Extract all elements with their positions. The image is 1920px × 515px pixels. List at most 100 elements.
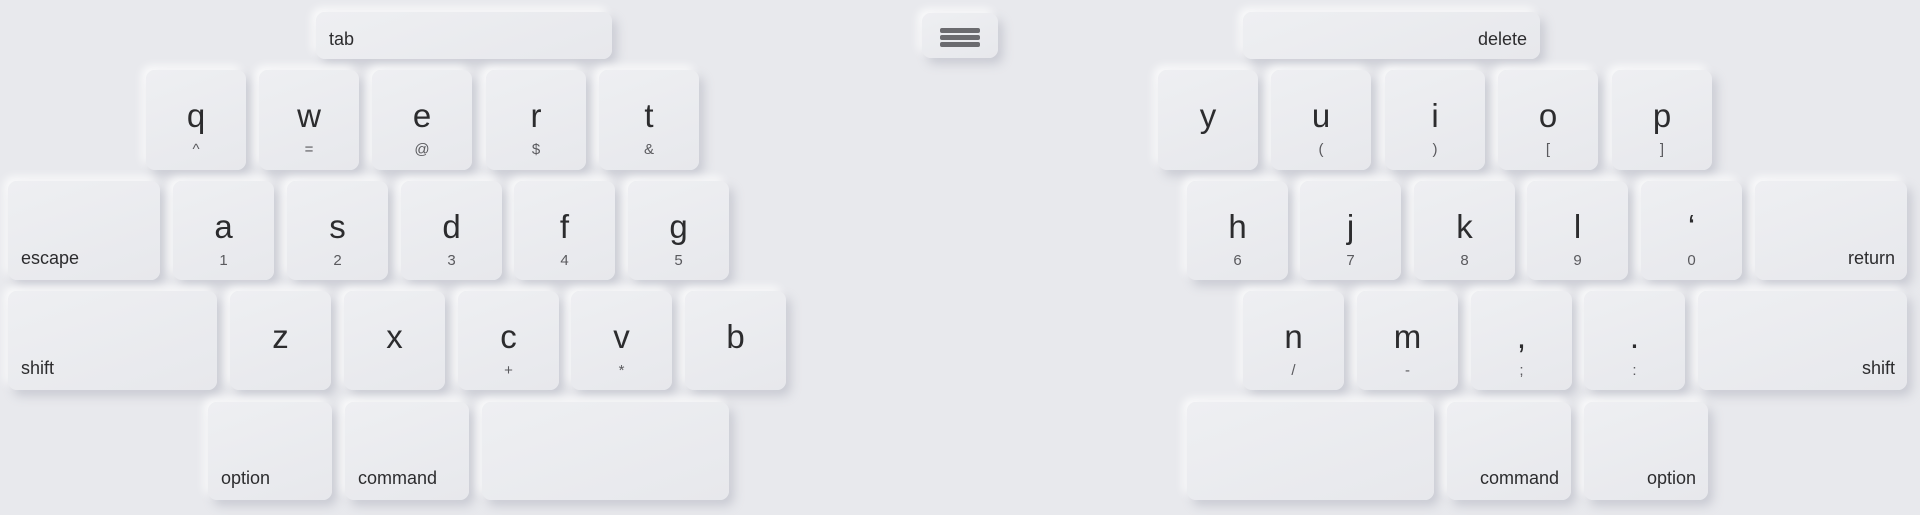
key-a-alt: 1 <box>219 252 228 269</box>
key-g-alt: 5 <box>674 252 683 269</box>
key-t[interactable]: t & <box>599 70 699 170</box>
key-f-alt: 4 <box>560 252 569 269</box>
key-v-alt: * <box>618 362 625 379</box>
key-quote[interactable]: ‘ 0 <box>1641 181 1742 280</box>
key-y-char: y <box>1199 97 1217 134</box>
key-x-char: x <box>386 318 403 355</box>
key-k[interactable]: k 8 <box>1414 181 1515 280</box>
key-t-alt: & <box>643 141 654 158</box>
right-option-key[interactable]: option <box>1584 402 1708 500</box>
key-d-alt: 3 <box>447 252 456 269</box>
key-k-alt: 8 <box>1460 252 1469 269</box>
left-shift-key[interactable]: shift <box>8 291 217 390</box>
key-s-alt: 2 <box>333 252 342 269</box>
key-y[interactable]: y <box>1158 70 1258 170</box>
key-v[interactable]: v * <box>571 291 672 390</box>
key-e-alt: @ <box>414 141 430 158</box>
key-quote-char: ‘ <box>1687 208 1696 245</box>
key-h-alt: 6 <box>1233 252 1242 269</box>
key-i[interactable]: i ) <box>1385 70 1485 170</box>
key-quote-alt: 0 <box>1687 252 1696 269</box>
key-o-alt: [ <box>1545 141 1551 158</box>
key-n-alt: / <box>1291 362 1296 379</box>
key-d-char: d <box>442 208 461 245</box>
key-g[interactable]: g 5 <box>628 181 729 280</box>
left-option-key[interactable]: option <box>208 402 332 500</box>
key-l-alt: 9 <box>1573 252 1582 269</box>
left-option-key-label: option <box>221 468 271 488</box>
key-b[interactable]: b <box>685 291 786 390</box>
menu-button[interactable] <box>922 13 998 58</box>
tab-key-label: tab <box>329 29 355 49</box>
key-k-char: k <box>1456 208 1473 245</box>
key-c-char: c <box>500 318 517 355</box>
key-e-char: e <box>412 97 432 134</box>
key-j[interactable]: j 7 <box>1300 181 1401 280</box>
key-n[interactable]: n / <box>1243 291 1344 390</box>
key-z[interactable]: z <box>230 291 331 390</box>
key-comma[interactable]: , ; <box>1471 291 1572 390</box>
key-f[interactable]: f 4 <box>514 181 615 280</box>
key-m-char: m <box>1393 318 1422 355</box>
key-n-char: n <box>1284 318 1303 355</box>
hamburger-menu-icon <box>940 28 980 48</box>
key-r[interactable]: r $ <box>486 70 586 170</box>
key-p[interactable]: p ] <box>1612 70 1712 170</box>
key-period-alt: : <box>1632 362 1637 379</box>
key-w[interactable]: w = <box>259 70 359 170</box>
key-r-char: r <box>530 97 542 134</box>
right-shift-key-label: shift <box>1861 358 1895 378</box>
key-o[interactable]: o [ <box>1498 70 1598 170</box>
return-key[interactable]: return <box>1755 181 1907 280</box>
key-i-alt: ) <box>1432 141 1438 158</box>
key-t-char: t <box>644 97 654 134</box>
key-x[interactable]: x <box>344 291 445 390</box>
key-a-char: a <box>214 208 233 245</box>
key-e[interactable]: e @ <box>372 70 472 170</box>
key-u-char: u <box>1311 97 1331 134</box>
key-o-char: o <box>1538 97 1558 134</box>
key-w-alt: = <box>304 141 314 158</box>
tab-key[interactable]: tab <box>316 12 612 59</box>
key-u-alt: ( <box>1318 141 1324 158</box>
return-key-label: return <box>1847 248 1895 268</box>
left-command-key-label: command <box>358 468 438 488</box>
key-m[interactable]: m - <box>1357 291 1458 390</box>
key-l[interactable]: l 9 <box>1527 181 1628 280</box>
delete-key-label: delete <box>1477 29 1527 49</box>
right-shift-key[interactable]: shift <box>1698 291 1907 390</box>
key-period[interactable]: . : <box>1584 291 1685 390</box>
right-command-key-label: command <box>1479 468 1559 488</box>
right-command-key[interactable]: command <box>1447 402 1571 500</box>
key-f-char: f <box>559 208 570 245</box>
right-option-key-label: option <box>1646 468 1696 488</box>
right-space-key[interactable] <box>1187 402 1434 500</box>
key-p-char: p <box>1652 97 1672 134</box>
key-q-alt: ^ <box>192 141 200 158</box>
key-l-char: l <box>1573 208 1582 245</box>
key-r-alt: $ <box>531 141 541 158</box>
key-comma-alt: ; <box>1519 362 1524 379</box>
delete-key[interactable]: delete <box>1243 12 1540 59</box>
key-b-char: b <box>726 318 745 355</box>
key-q[interactable]: q ^ <box>146 70 246 170</box>
left-command-key[interactable]: command <box>345 402 469 500</box>
key-h-char: h <box>1228 208 1247 245</box>
key-c-alt: + <box>504 362 513 379</box>
key-j-char: j <box>1346 208 1355 245</box>
key-d[interactable]: d 3 <box>401 181 502 280</box>
escape-key[interactable]: escape <box>8 181 160 280</box>
key-h[interactable]: h 6 <box>1187 181 1288 280</box>
left-shift-key-label: shift <box>21 358 55 378</box>
key-w-char: w <box>297 97 321 134</box>
key-c[interactable]: c + <box>458 291 559 390</box>
key-s[interactable]: s 2 <box>287 181 388 280</box>
key-i-char: i <box>1431 97 1439 134</box>
key-z-char: z <box>272 318 289 355</box>
key-a[interactable]: a 1 <box>173 181 274 280</box>
left-space-key[interactable] <box>482 402 729 500</box>
key-p-alt: ] <box>1659 141 1665 158</box>
key-comma-char: , <box>1516 318 1527 355</box>
key-s-char: s <box>329 208 346 245</box>
key-u[interactable]: u ( <box>1271 70 1371 170</box>
